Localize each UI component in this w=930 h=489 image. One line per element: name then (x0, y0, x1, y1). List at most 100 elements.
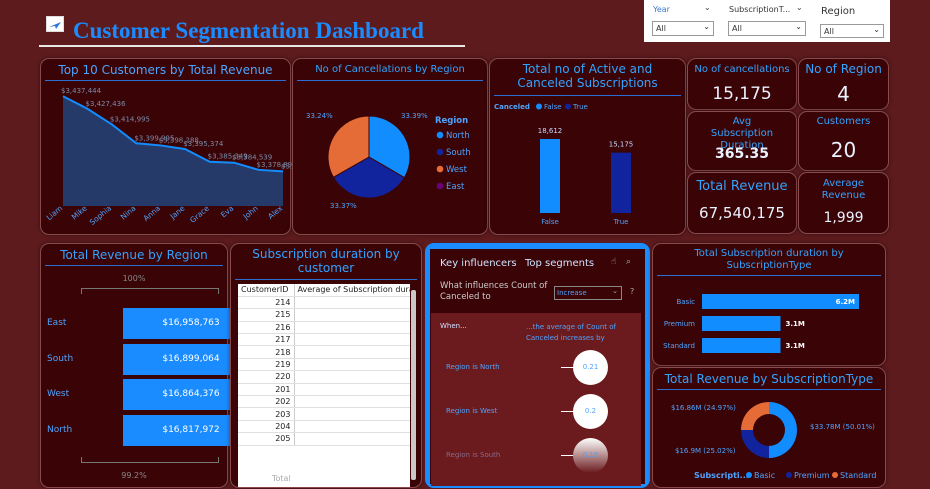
thumbs-down-icon[interactable]: ⌕ (626, 257, 631, 267)
header-underline (39, 45, 465, 47)
duration-type-title: Total Subscription duration by Subscript… (694, 248, 844, 271)
chevron-down-icon: ⌄ (612, 287, 618, 295)
revenue-region-title: Total Revenue by Region (60, 248, 208, 262)
title-divider (45, 265, 223, 266)
slicer-region-dropdown[interactable]: All ⌄ (820, 24, 884, 38)
revenue-type-title: Total Revenue by SubscriptionType (664, 372, 874, 386)
revenue-region-card[interactable]: Total Revenue by Region 100% East $16,958… (40, 243, 259, 488)
duration-type-bar-chart: Basic 6.2M Premium 3.1M Standard 3.1M (663, 294, 859, 353)
title-divider (235, 279, 417, 280)
column-header-customerid[interactable]: CustomerID (238, 284, 295, 297)
donut-slice (741, 429, 769, 458)
data-label: $3,395,374 (183, 140, 224, 148)
funnel-bottom-label: 99.2% (121, 471, 147, 480)
duration-table-title: Subscription duration by customer (252, 247, 400, 275)
data-label: 6.2M (836, 298, 855, 306)
table-scrollbar[interactable] (411, 290, 416, 480)
cell-customerid: 216 (238, 321, 295, 335)
slicer-region-value: All (824, 27, 834, 36)
cell-customerid: 214 (238, 296, 295, 310)
cancellations-region-card[interactable]: No of Cancellations by Region 33.39% 33.3… (292, 58, 488, 235)
active-canceled-card[interactable]: Total no of Active and Canceled Subscrip… (489, 58, 686, 235)
help-icon[interactable]: ? (630, 287, 634, 296)
cell-customerid: 201 (238, 383, 295, 397)
influencer-panel: When... ...the average of Count of Cance… (431, 313, 641, 486)
duration-table-container[interactable]: CustomerID Average of Subscription durat… (238, 284, 410, 487)
kpi-cancellations-card: No of cancellations 15,175 (687, 58, 797, 110)
x-tick-label: False (541, 218, 559, 226)
influencer-bubble[interactable]: 0.21 (573, 350, 608, 385)
tab-key-influencers[interactable]: Key influencers (440, 258, 517, 269)
tab-top-segments[interactable]: Top segments (525, 258, 594, 269)
kpi-avg-revenue-card: Average Revenue 1,999 (798, 172, 889, 234)
y-tick-label: Premium (664, 320, 695, 328)
kpi-customers-card: Customers 20 (798, 111, 889, 171)
column-header-avg-duration[interactable]: Average of Subscription duration (294, 284, 410, 297)
bar (540, 139, 560, 213)
slicer-year-label: Year (653, 5, 670, 14)
kpi-regions-value: 4 (837, 82, 850, 106)
table-row[interactable]: 21636 (238, 321, 410, 335)
table-row[interactable]: 21436 (238, 296, 410, 310)
data-label: $16.86M (24.97%) (671, 404, 736, 412)
legend-marker (436, 182, 444, 190)
influencer-label[interactable]: Region is West (446, 407, 497, 415)
slicer-subscriptiontype-value: All (732, 24, 742, 33)
cell-avg-duration: 36 (294, 432, 410, 446)
data-label: 33.37% (330, 202, 357, 210)
table-row[interactable]: 20236 (238, 395, 410, 409)
table-row[interactable]: 21936 (238, 358, 410, 372)
influencer-label[interactable]: Region is North (446, 363, 500, 371)
table-row[interactable]: 20436 (238, 420, 410, 434)
influencer-question: What influences Count of Canceled to (440, 281, 548, 302)
kpi-cancellations-value: 15,175 (712, 84, 772, 104)
influencer-bubble[interactable]: 0.19 (573, 438, 608, 473)
x-tick-label: Jane (168, 203, 187, 221)
influencer-label[interactable]: Region is South (446, 451, 500, 459)
cancellations-region-title: No of Cancellations by Region (315, 64, 465, 75)
key-influencers-card[interactable]: Key influencers Top segments ☝ ⌕ What in… (425, 243, 650, 488)
table-row[interactable]: 22036 (238, 370, 410, 384)
cell-avg-duration: 36 (294, 395, 410, 409)
table-row[interactable]: 21536 (238, 308, 410, 322)
bar (702, 316, 781, 331)
legend-label: North (446, 131, 470, 141)
funnel-top-bracket (81, 288, 219, 294)
kpi-avg-revenue-label: Average Revenue (821, 178, 866, 201)
kpi-total-revenue-card: Total Revenue 67,540,175 (687, 172, 797, 234)
plane-logo-icon (46, 16, 64, 32)
data-label: 15,175 (609, 141, 634, 149)
kpi-avg-duration-card: Avg Subscription Duration 365.35 (687, 111, 797, 171)
duration-table-card[interactable]: Subscription duration by customer Custom… (230, 243, 422, 488)
influencer-direction-dropdown[interactable]: Increase ⌄ (554, 286, 622, 300)
area-fill (63, 96, 283, 206)
region-label: South (47, 353, 74, 364)
table-row[interactable]: 21836 (238, 345, 410, 359)
cancellations-pie-chart: 33.39% 33.37% 33.24% Region North South West Ea… (306, 112, 471, 210)
duration-type-card[interactable]: Total Subscription duration by Subscript… (652, 243, 886, 366)
active-canceled-bar-chart: Canceled False True 18,612 False 15,175 True (494, 103, 634, 226)
cell-customerid: 220 (238, 370, 295, 384)
data-label: 3.1M (786, 342, 805, 350)
chevron-down-icon[interactable]: ⌄ (796, 3, 803, 12)
top10-customers-card[interactable]: Top 10 Customers by Total Revenue $3,437… (40, 58, 292, 235)
thumbs-up-icon[interactable]: ☝ (611, 257, 616, 267)
kpi-avg-revenue-value: 1,999 (823, 210, 864, 226)
slicer-panel: Year ⌄ All ⌄ SubscriptionT... ⌄ All ⌄ Re… (644, 0, 890, 42)
cell-avg-duration: 36 (294, 407, 410, 421)
revenue-type-donut-chart: $33.78M (50.01%) $16.9M (25.02%) $16.86M (… (671, 402, 876, 480)
slicer-subscriptiontype-dropdown[interactable]: All ⌄ (728, 21, 806, 36)
table-row[interactable]: 21736 (238, 333, 410, 347)
revenue-type-card[interactable]: Total Revenue by SubscriptionType $33.78… (652, 367, 886, 488)
chevron-down-icon[interactable]: ⌄ (704, 3, 711, 12)
slicer-year-dropdown[interactable]: All ⌄ (652, 21, 714, 36)
influencer-bubble[interactable]: 0.2 (573, 394, 608, 429)
cell-customerid: 204 (238, 420, 295, 434)
influencer-direction-value: Increase (557, 289, 587, 297)
table-row[interactable]: 20136 (238, 383, 410, 397)
bar (702, 338, 781, 353)
cell-avg-duration: 36 (294, 358, 410, 372)
table-row[interactable]: 20336 (238, 407, 410, 421)
legend-marker (436, 131, 444, 139)
table-row[interactable]: 20536 (238, 432, 410, 446)
